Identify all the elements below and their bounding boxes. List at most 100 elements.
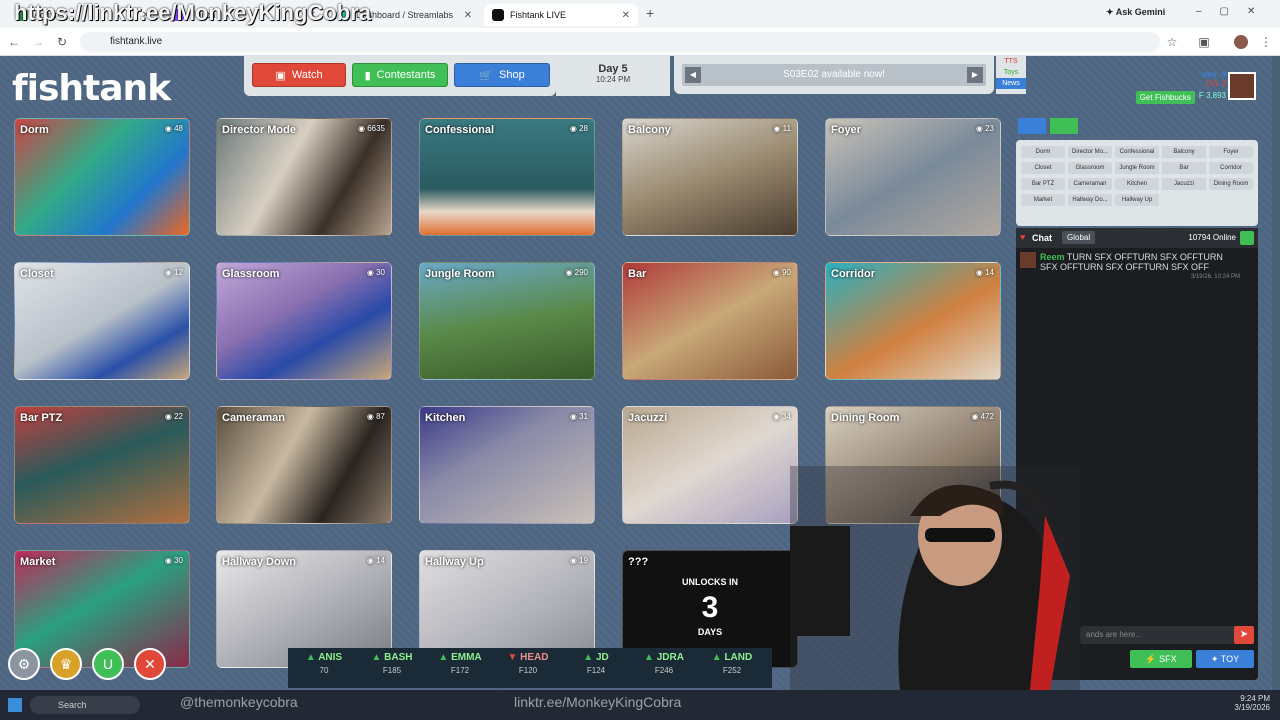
viewer-count: ◉ 87	[366, 412, 385, 421]
get-fishbucks-button[interactable]: Get Fishbucks	[1135, 91, 1195, 104]
chat-input[interactable]: ands are here...	[1080, 626, 1244, 644]
chat-tab-global[interactable]: Global	[1062, 231, 1096, 244]
chat-settings-icon[interactable]	[1240, 231, 1254, 245]
room-select-item[interactable]: Bar PTZ	[1021, 178, 1065, 190]
menu-icon[interactable]: ⋮	[1258, 34, 1274, 50]
tts-link[interactable]: TTS	[996, 56, 1026, 67]
fishtank-logo[interactable]: fishtank	[12, 68, 171, 109]
crown-icon[interactable]: ♛	[50, 648, 82, 680]
camera-tile[interactable]: Foyer ◉ 23	[825, 118, 1001, 236]
room-select-item[interactable]: Glassroom	[1068, 162, 1112, 174]
taskbar-search[interactable]: Search	[30, 696, 140, 714]
username[interactable]: alex_b	[1116, 70, 1226, 79]
room-select-item[interactable]: Bar	[1162, 162, 1206, 174]
camera-tile[interactable]: Closet ◉ 12	[14, 262, 190, 380]
room-select-item[interactable]: Corridor	[1209, 162, 1253, 174]
viewer-count: ◉ 48	[164, 124, 183, 133]
camera-tile[interactable]: Dorm ◉ 48	[14, 118, 190, 236]
shop-button[interactable]: 🛒 Shop	[454, 63, 550, 87]
tools-icon[interactable]: ✕	[134, 648, 166, 680]
ticker-item[interactable]: ▲ LAND F252	[700, 652, 764, 675]
close-icon[interactable]: ✕	[622, 10, 630, 21]
reload-icon[interactable]: ↻	[54, 34, 70, 50]
ticker-name: ANIS	[318, 652, 343, 663]
room-select-item[interactable]: Balcony	[1162, 146, 1206, 158]
close-icon[interactable]: ✕	[464, 10, 472, 21]
camera-tile[interactable]: Corridor ◉ 14	[825, 262, 1001, 380]
room-select-item[interactable]: Confessional	[1115, 146, 1159, 158]
tts-toys-news: TTS Toys News	[996, 56, 1026, 94]
ask-gemini-button[interactable]: ✦ Ask Gemini	[1106, 7, 1165, 18]
url-input[interactable]: fishtank.live	[80, 32, 1160, 52]
next-arrow-icon[interactable]: ▶	[967, 67, 983, 83]
room-select-item[interactable]: Closet	[1021, 162, 1065, 174]
room-select-item[interactable]: Jacuzzi	[1162, 178, 1206, 190]
bookmark-star-icon[interactable]: ☆	[1164, 34, 1180, 50]
back-icon[interactable]: ←	[6, 34, 22, 50]
ticker-item[interactable]: ▲ JDRA F246	[632, 652, 696, 675]
camera-tile[interactable]: Confessional ◉ 28	[419, 118, 595, 236]
ticker-price: F246	[654, 666, 674, 675]
camera-tile[interactable]: Bar PTZ ◉ 22	[14, 406, 190, 524]
room-select-item[interactable]: Foyer	[1209, 146, 1253, 158]
windows-start-icon[interactable]	[8, 698, 22, 712]
room-select-item[interactable]: Market	[1021, 194, 1065, 206]
camera-tile[interactable]: Kitchen ◉ 31	[419, 406, 595, 524]
viewer-count-value: 30	[376, 268, 385, 277]
sfx-button[interactable]: ⚡ SFX	[1130, 650, 1192, 668]
viewer-count-value: 30	[174, 556, 183, 565]
user-avatar[interactable]	[1228, 72, 1256, 100]
download-icon[interactable]	[1050, 118, 1078, 134]
browser-tab-fishtank[interactable]: Fishtank LIVE ✕	[484, 4, 638, 26]
camera-view-icon[interactable]	[1018, 118, 1046, 134]
settings-gear-icon[interactable]: ⚙	[8, 648, 40, 680]
ticker-price: 70	[319, 666, 329, 675]
camera-tile[interactable]: Jungle Room ◉ 290	[419, 262, 595, 380]
ticker-item[interactable]: ▲ ANIS 70	[292, 652, 356, 675]
heart-icon: ♥	[1020, 232, 1026, 242]
ticker-item[interactable]: ▼ HEAD F120	[496, 652, 560, 675]
camera-tile[interactable]: Jacuzzi ◉ 34	[622, 406, 798, 524]
camera-tile[interactable]: Director Mode ◉ 6635	[216, 118, 392, 236]
toy-button[interactable]: ✦ TOY	[1196, 650, 1254, 668]
send-icon[interactable]: ➤	[1234, 626, 1254, 644]
news-link[interactable]: News	[996, 78, 1026, 89]
chat-username[interactable]: Reem	[1040, 252, 1065, 262]
camera-tile[interactable]: Balcony ◉ 11	[622, 118, 798, 236]
user-info: alex_b LVL 2 Get Fishbucks F 3,893	[1116, 70, 1226, 112]
contestants-button[interactable]: ▮ Contestants	[352, 63, 448, 87]
prev-arrow-icon[interactable]: ◀	[685, 67, 701, 83]
viewer-count-value: 472	[980, 412, 994, 421]
new-tab-icon[interactable]: +	[646, 5, 654, 21]
viewer-count: ◉ 23	[975, 124, 994, 133]
room-select-item[interactable]: Cameraman	[1068, 178, 1112, 190]
room-select-item[interactable]: Dorm	[1021, 146, 1065, 158]
room-select-item[interactable]: Hallway Up	[1115, 194, 1159, 206]
forward-icon[interactable]: →	[30, 34, 46, 50]
window-controls[interactable]: –▢✕	[1196, 6, 1273, 17]
announcement-bar[interactable]: ◀ S03E02 available now! ▶	[682, 64, 986, 86]
viewer-count-value: 28	[579, 124, 588, 133]
camera-tile[interactable]: Cameraman ◉ 87	[216, 406, 392, 524]
room-select-item[interactable]: Kitchen	[1115, 178, 1159, 190]
toy-label: TOY	[1220, 654, 1240, 664]
magnet-icon[interactable]: U	[92, 648, 124, 680]
chat-message: Reem TURN SFX OFFTURN SFX OFFTURN SFX OF…	[1020, 252, 1254, 280]
shop-label: Shop	[499, 69, 525, 81]
ticker-item[interactable]: ▲ BASH F185	[360, 652, 424, 675]
ticker-item[interactable]: ▲ EMMA F172	[428, 652, 492, 675]
extensions-icon[interactable]: ▣	[1196, 34, 1212, 50]
profile-avatar-icon[interactable]	[1234, 35, 1248, 49]
room-select-item[interactable]: Dining Room	[1209, 178, 1253, 190]
watch-button[interactable]: ▣ Watch	[252, 63, 346, 87]
ticker-item[interactable]: ▲ JD F124	[564, 652, 628, 675]
toys-link[interactable]: Toys	[996, 67, 1026, 78]
room-select-item[interactable]: Hallway Do...	[1068, 194, 1112, 206]
camera-tile[interactable]: Bar ◉ 90	[622, 262, 798, 380]
room-select-item[interactable]: Director Mo...	[1068, 146, 1112, 158]
up-arrow-icon: ▲	[644, 652, 654, 663]
camera-tile[interactable]: Glassroom ◉ 30	[216, 262, 392, 380]
viewer-count: ◉ 30	[164, 556, 183, 565]
room-select-item[interactable]: Jungle Room	[1115, 162, 1159, 174]
viewer-count: ◉ 31	[569, 412, 588, 421]
